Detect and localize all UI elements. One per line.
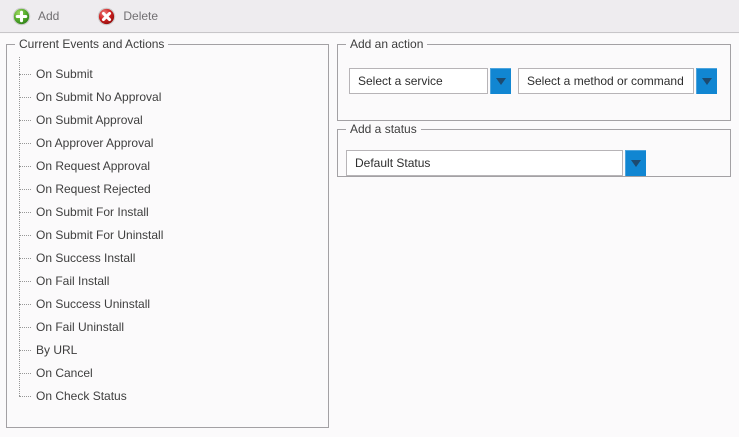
toolbar: Add Delete xyxy=(0,0,739,33)
method-dropdown-button[interactable] xyxy=(696,68,717,94)
add-status-group: Add a status Default Status xyxy=(337,129,731,177)
status-dropdown-button[interactable] xyxy=(625,150,646,176)
tree-item[interactable]: On Request Approval xyxy=(19,154,328,177)
status-dropdown-value[interactable]: Default Status xyxy=(346,150,623,176)
chevron-down-icon xyxy=(702,78,712,85)
tree-item[interactable]: On Fail Uninstall xyxy=(19,315,328,338)
tree-item[interactable]: On Cancel xyxy=(19,361,328,384)
delete-icon xyxy=(97,7,116,26)
tree-item[interactable]: On Submit For Uninstall xyxy=(19,223,328,246)
service-dropdown[interactable]: Select a service xyxy=(349,68,511,94)
events-actions-window: Add Delete xyxy=(0,0,739,437)
events-tree: On Submit On Submit No Approval On Submi… xyxy=(19,62,328,407)
add-button-label: Add xyxy=(38,9,59,23)
tree-item[interactable]: On Check Status xyxy=(19,384,328,407)
tree-item[interactable]: On Submit For Install xyxy=(19,200,328,223)
tree-item[interactable]: By URL xyxy=(19,338,328,361)
action-combo-row: Select a service Select a method or comm… xyxy=(349,68,717,94)
add-button[interactable]: Add xyxy=(2,3,69,30)
method-dropdown[interactable]: Select a method or command xyxy=(518,68,717,94)
tree-item[interactable]: On Fail Install xyxy=(19,269,328,292)
status-dropdown[interactable]: Default Status xyxy=(346,150,646,176)
tree-item[interactable]: On Success Uninstall xyxy=(19,292,328,315)
tree-item[interactable]: On Submit Approval xyxy=(19,108,328,131)
service-dropdown-button[interactable] xyxy=(490,68,511,94)
tree-item[interactable]: On Request Rejected xyxy=(19,177,328,200)
tree-item[interactable]: On Submit No Approval xyxy=(19,85,328,108)
tree-item[interactable]: On Success Install xyxy=(19,246,328,269)
add-icon xyxy=(12,7,31,26)
tree-item[interactable]: On Submit xyxy=(19,62,328,85)
tree-item[interactable]: On Approver Approval xyxy=(19,131,328,154)
add-status-group-title: Add a status xyxy=(346,122,421,136)
delete-button-label: Delete xyxy=(123,9,158,23)
chevron-down-icon xyxy=(631,160,641,167)
current-events-group-title: Current Events and Actions xyxy=(15,37,168,51)
chevron-down-icon xyxy=(496,78,506,85)
current-events-group: Current Events and Actions On Submit On … xyxy=(6,44,329,428)
status-combo-row: Default Status xyxy=(346,150,646,176)
add-action-group: Add an action Select a service Select a … xyxy=(337,44,731,121)
service-dropdown-value[interactable]: Select a service xyxy=(349,68,488,94)
add-action-group-title: Add an action xyxy=(346,37,427,51)
delete-button[interactable]: Delete xyxy=(87,3,168,30)
method-dropdown-value[interactable]: Select a method or command xyxy=(518,68,694,94)
